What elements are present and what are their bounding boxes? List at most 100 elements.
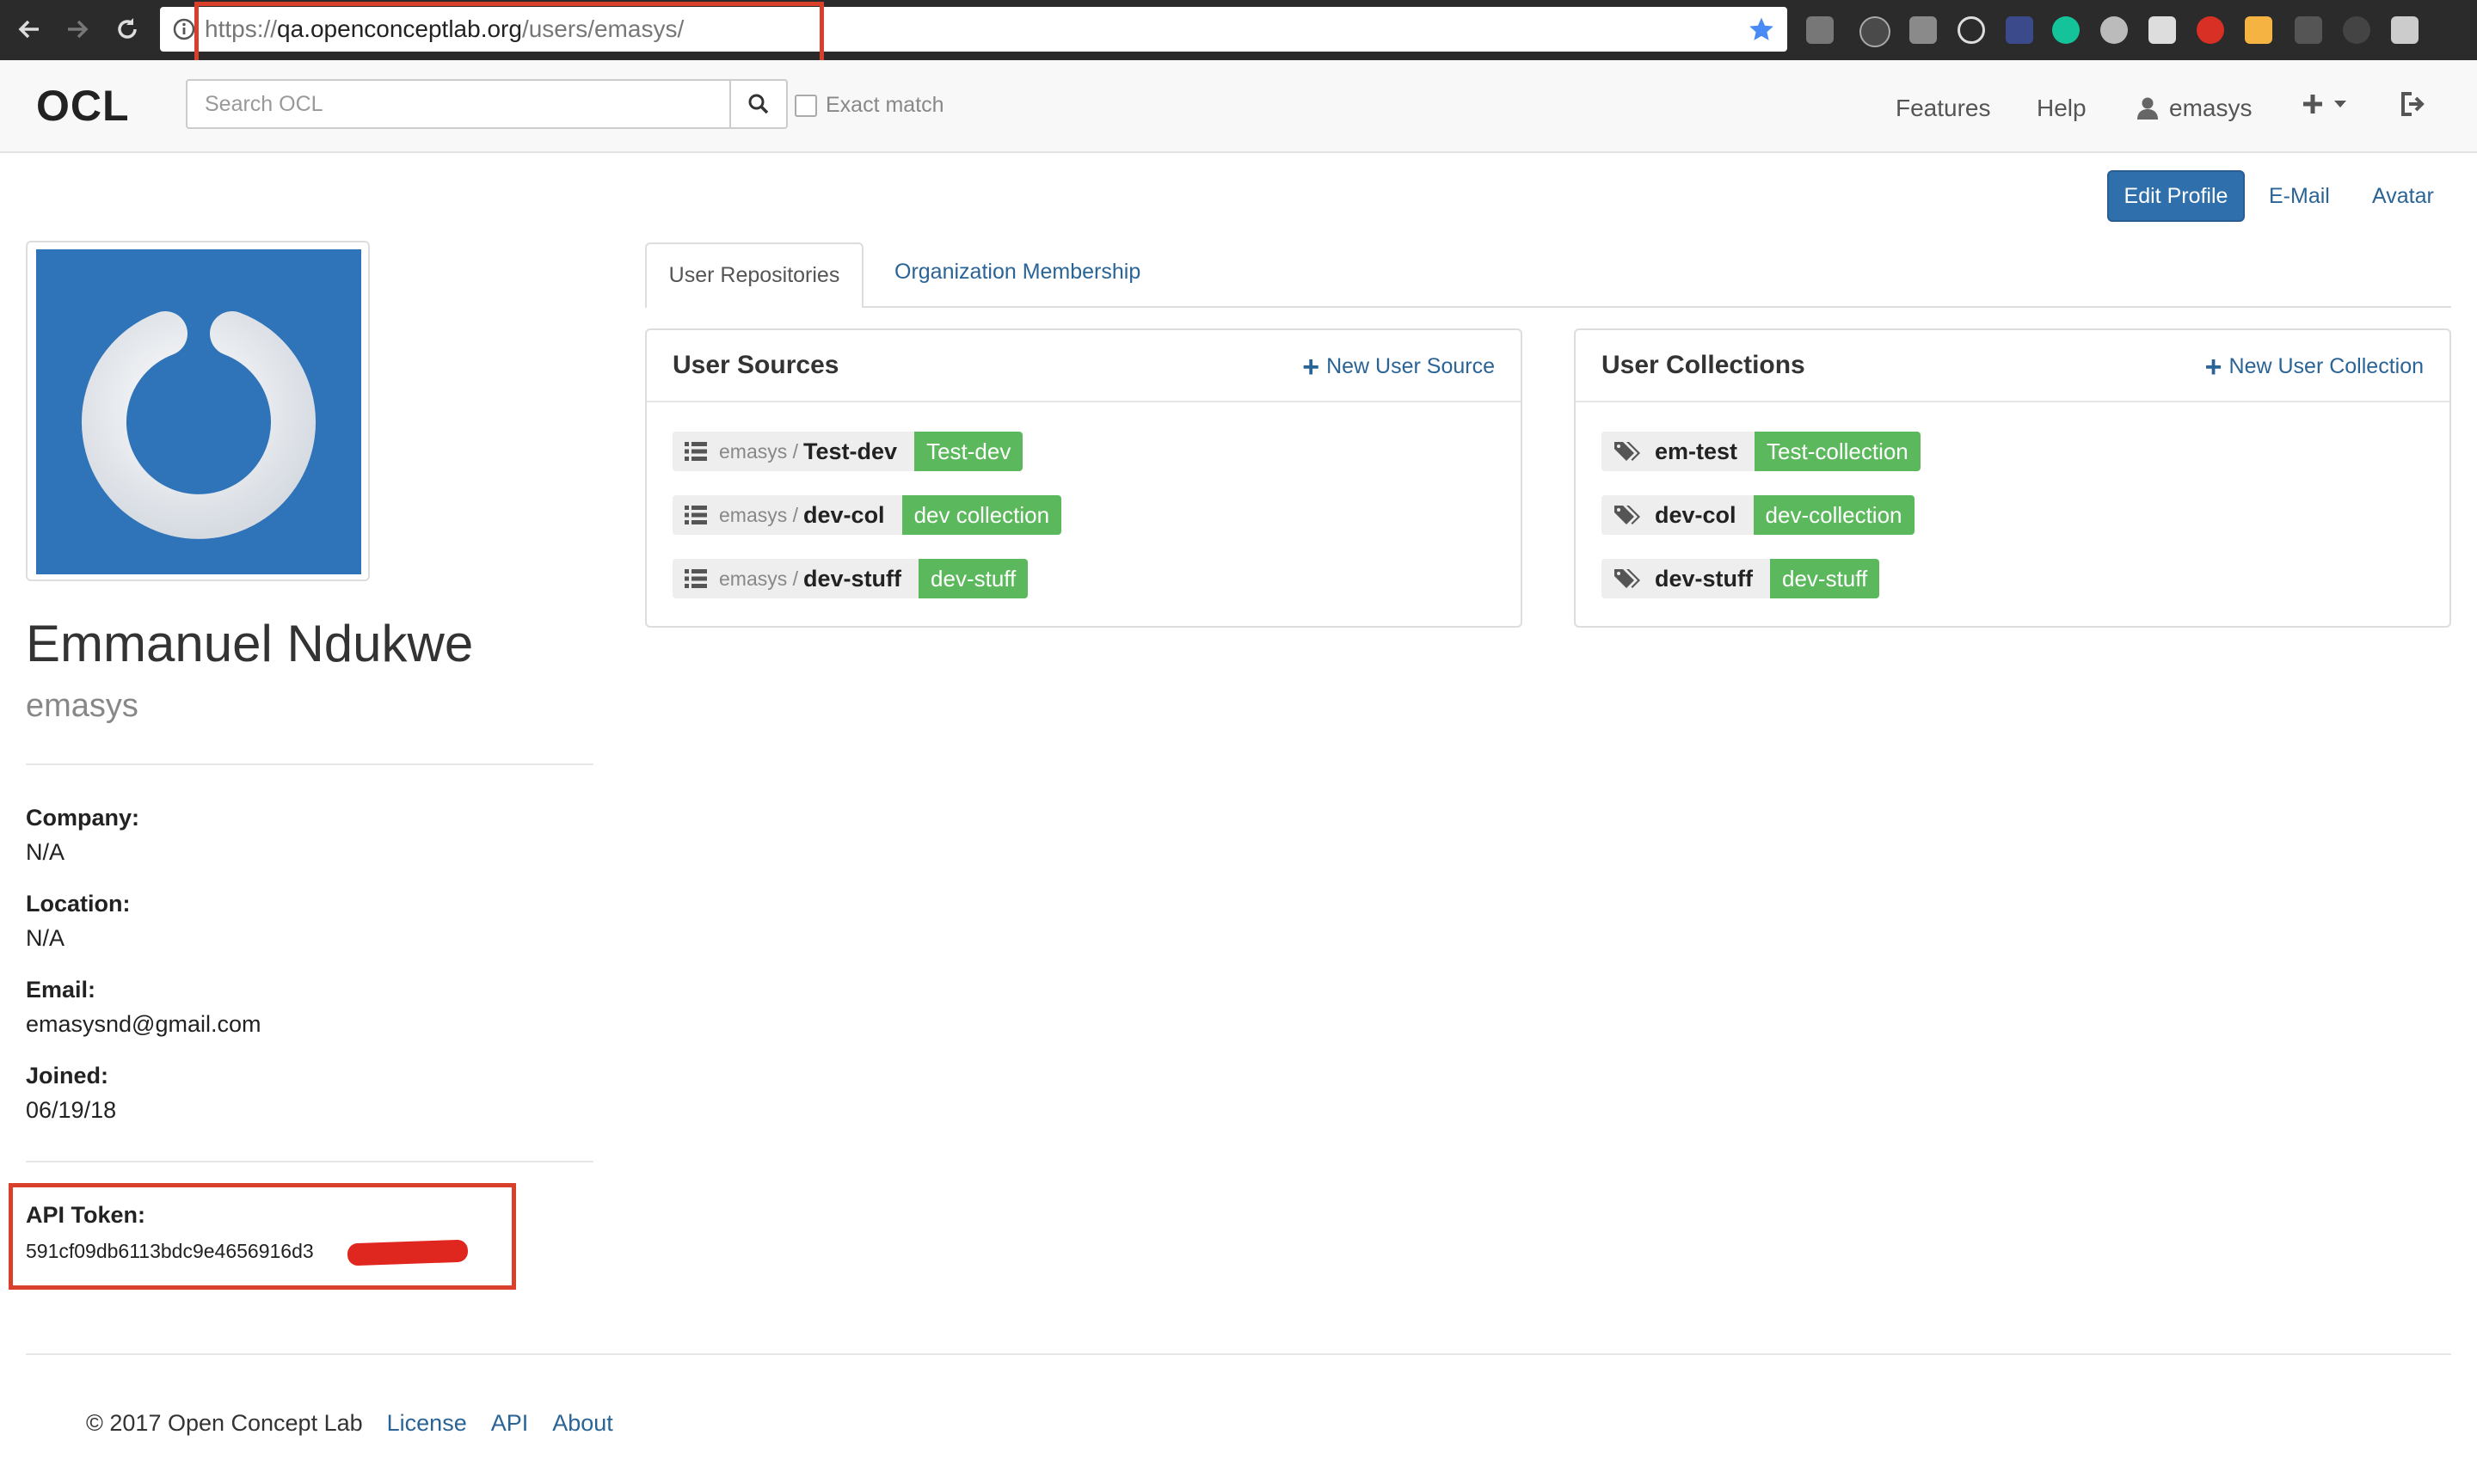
panel-heading: User Sources + New User Source [647, 330, 1521, 402]
exact-match-toggle[interactable]: Exact match [795, 93, 944, 118]
annotation-box-api-token [9, 1183, 516, 1290]
extension-u-icon[interactable] [2006, 16, 2033, 44]
footer: © 2017 Open Concept Lab License API Abou… [86, 1410, 613, 1437]
edit-profile-button[interactable]: Edit Profile [2107, 170, 2245, 222]
forward-button[interactable] [60, 12, 95, 46]
source-owner: emasys / [719, 439, 799, 463]
extension-document-icon[interactable] [2148, 16, 2176, 44]
email-value: emasysnd@gmail.com [26, 1011, 261, 1037]
tab-organization-membership[interactable]: Organization Membership [894, 260, 1140, 285]
extension-lightbulb-icon[interactable] [1806, 16, 1834, 44]
company-value: N/A [26, 839, 65, 865]
list-icon [685, 506, 707, 524]
nav-features-link[interactable]: Features [1896, 95, 1991, 122]
tabs-divider [645, 306, 2451, 308]
bookmark-star-icon[interactable] [1748, 15, 1775, 43]
collection-label-badge: dev-stuff [1770, 559, 1880, 598]
footer-license-link[interactable]: License [387, 1410, 467, 1437]
exact-match-label: Exact match [826, 93, 944, 117]
extension-camera-icon[interactable] [1909, 16, 1937, 44]
owner-text: emasys [719, 439, 788, 463]
email-link[interactable]: E-Mail [2269, 184, 2330, 209]
source-name: dev-stuff [803, 565, 902, 592]
source-link[interactable]: emasys / dev-col [673, 495, 902, 535]
exact-match-checkbox[interactable] [795, 94, 817, 117]
collection-link[interactable]: dev-stuff [1601, 559, 1770, 598]
back-button[interactable] [12, 12, 46, 46]
list-icon [685, 442, 707, 461]
back-arrow-icon [18, 20, 39, 39]
owner-text: emasys [719, 503, 788, 526]
source-name: Test-dev [803, 438, 898, 464]
list-item[interactable]: emasys / dev-col dev collection [673, 495, 1062, 535]
source-owner: emasys / [719, 503, 799, 526]
logout-icon [2401, 92, 2425, 116]
extension-sync-icon[interactable] [2343, 16, 2370, 44]
nav-logout[interactable] [2400, 91, 2427, 117]
extension-wordpress-icon[interactable] [2100, 16, 2128, 44]
extension-react-icon[interactable] [1859, 16, 1890, 47]
list-item[interactable]: emasys / dev-stuff dev-stuff [673, 559, 1029, 598]
search-button[interactable] [729, 79, 788, 129]
collection-link[interactable]: dev-col [1601, 495, 1754, 535]
footer-about-link[interactable]: About [552, 1410, 613, 1437]
list-item[interactable]: emasys / Test-dev Test-dev [673, 432, 1023, 471]
avatar [36, 249, 361, 574]
profile-full-name: Emmanuel Ndukwe [26, 615, 474, 672]
collection-link[interactable]: em-test [1601, 432, 1755, 471]
caret-down-icon [2334, 101, 2346, 107]
extension-off-icon[interactable] [2391, 16, 2419, 44]
reload-button[interactable] [110, 12, 144, 46]
location-value: N/A [26, 925, 65, 951]
tags-icon [1614, 442, 1640, 461]
source-label-badge: Test-dev [914, 432, 1023, 471]
source-label-badge: dev-stuff [919, 559, 1029, 598]
new-user-collection-link[interactable]: + New User Collection [2205, 353, 2424, 382]
extension-notes-icon[interactable] [2245, 16, 2272, 44]
extension-pen-icon[interactable] [2295, 16, 2322, 44]
collection-name: dev-col [1655, 501, 1736, 528]
plus-icon [2303, 95, 2322, 113]
navbar: OCL Search OCL Exact match Features Help… [0, 60, 2477, 153]
company-label: Company: [26, 805, 140, 831]
divider [26, 1161, 593, 1162]
avatar-link[interactable]: Avatar [2372, 184, 2434, 209]
extension-grammarly-icon[interactable] [2052, 16, 2080, 44]
footer-copyright: © 2017 Open Concept Lab [86, 1410, 363, 1436]
source-link[interactable]: emasys / dev-stuff [673, 559, 919, 598]
owner-text: emasys [719, 567, 788, 590]
source-label-badge: dev collection [901, 495, 1062, 535]
list-item[interactable]: dev-col dev-collection [1601, 495, 1915, 535]
list-icon [685, 569, 707, 588]
user-icon [2137, 97, 2158, 120]
browser-menu-icon[interactable] [2439, 16, 2465, 44]
divider [26, 763, 593, 765]
search-icon [748, 94, 769, 114]
extension-target-icon[interactable] [1958, 16, 1985, 44]
user-sources-title: User Sources [673, 351, 839, 379]
plus-icon: + [1302, 350, 1320, 383]
source-link[interactable]: emasys / Test-dev [673, 432, 915, 471]
extension-shield-icon[interactable] [2197, 16, 2224, 44]
tab-user-repositories[interactable]: User Repositories [645, 242, 864, 308]
reload-icon [118, 18, 137, 39]
info-icon [173, 18, 195, 40]
joined-label: Joined: [26, 1063, 109, 1088]
search-input[interactable]: Search OCL [186, 79, 731, 129]
new-user-source-link[interactable]: + New User Source [1302, 350, 1495, 383]
list-item[interactable]: dev-stuff dev-stuff [1601, 559, 1880, 598]
list-item[interactable]: em-test Test-collection [1601, 432, 1921, 471]
avatar-frame [26, 241, 370, 581]
nav-add-menu[interactable] [2302, 93, 2348, 115]
location-label: Location: [26, 891, 131, 917]
panel-heading: User Collections + New User Collection [1576, 330, 2449, 402]
nav-help-link[interactable]: Help [2037, 95, 2087, 122]
tags-icon [1614, 506, 1640, 524]
collection-label-badge: dev-collection [1753, 495, 1915, 535]
user-sources-panel: User Sources + New User Source emasys / … [645, 328, 1522, 628]
nav-user-menu[interactable]: emasys [2136, 95, 2252, 122]
tags-icon [1614, 569, 1640, 588]
footer-api-link[interactable]: API [491, 1410, 529, 1437]
source-name: dev-col [803, 501, 885, 528]
brand-logo[interactable]: OCL [36, 81, 130, 131]
